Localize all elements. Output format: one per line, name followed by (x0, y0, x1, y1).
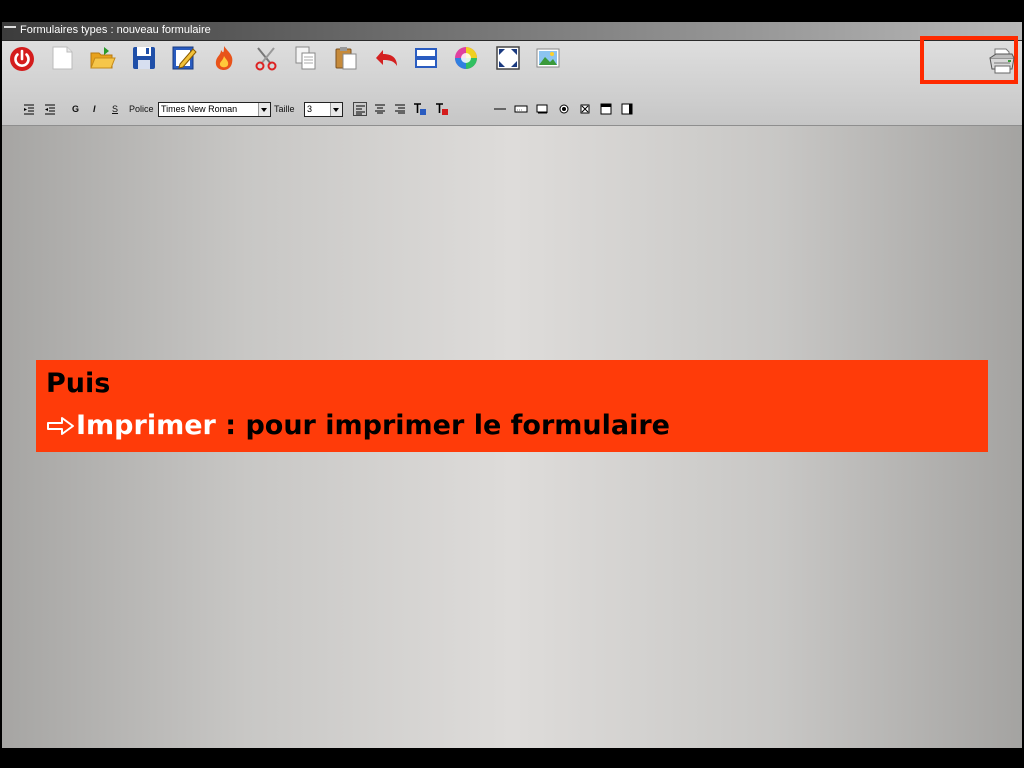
radio-button-icon[interactable] (557, 102, 571, 116)
arrow-right-icon (47, 417, 74, 435)
copy-icon[interactable] (292, 44, 320, 72)
font-select-value: Times New Roman (161, 104, 238, 114)
outdent-icon[interactable] (22, 102, 36, 116)
title-bar: Formulaires types : nouveau formulaire (2, 22, 1022, 41)
new-document-icon[interactable] (48, 44, 76, 72)
side-frame-icon[interactable] (620, 102, 634, 116)
chevron-down-icon[interactable] (330, 103, 342, 116)
text-color-icon[interactable] (413, 102, 427, 116)
power-icon[interactable] (8, 44, 36, 72)
checkbox-icon[interactable] (578, 102, 592, 116)
horizontal-line-icon[interactable] (493, 102, 507, 116)
main-toolbar: G I S Police Times New Roman Taille 3 (2, 41, 1022, 126)
font-label: Police (129, 104, 154, 114)
screen: { "window": { "title": "Formulaires type… (0, 0, 1024, 768)
frame-icon[interactable] (599, 102, 613, 116)
chevron-down-icon[interactable] (258, 103, 270, 116)
window-menu-icon[interactable] (4, 26, 16, 32)
highlight-color-icon[interactable] (435, 102, 449, 116)
printer-icon[interactable] (986, 45, 1018, 77)
color-icon[interactable] (452, 44, 480, 72)
callout-action: Imprimer (76, 410, 216, 441)
callout-description: : pour imprimer le formulaire (215, 410, 670, 441)
font-select[interactable]: Times New Roman (158, 102, 271, 117)
paste-icon[interactable] (332, 44, 360, 72)
indent-icon[interactable] (43, 102, 57, 116)
italic-button[interactable]: I (93, 100, 96, 118)
align-center-icon[interactable] (373, 102, 387, 116)
callout-line-1: Puis (46, 368, 111, 399)
size-label: Taille (274, 104, 295, 114)
fire-icon[interactable] (210, 44, 238, 72)
window-title: Formulaires types : nouveau formulaire (20, 24, 211, 36)
instruction-callout: Puis Imprimer : pour imprimer le formula… (36, 360, 988, 452)
save-icon[interactable] (130, 44, 158, 72)
layout-icon[interactable] (412, 44, 440, 72)
image-icon[interactable] (534, 44, 562, 72)
size-select-value: 3 (307, 104, 313, 114)
text-field-icon[interactable] (514, 102, 528, 116)
size-select[interactable]: 3 (304, 102, 343, 117)
bold-button[interactable]: G (72, 100, 79, 118)
align-right-icon[interactable] (393, 102, 407, 116)
undo-icon[interactable] (372, 44, 400, 72)
fullscreen-icon[interactable] (494, 44, 522, 72)
cut-icon[interactable] (252, 44, 280, 72)
callout-line-2: Imprimer : pour imprimer le formulaire (46, 410, 670, 441)
open-folder-icon[interactable] (88, 44, 116, 72)
strike-button[interactable]: S (112, 100, 118, 118)
button-field-icon[interactable] (535, 102, 549, 116)
edit-icon[interactable] (170, 44, 198, 72)
align-left-icon[interactable] (353, 102, 367, 116)
